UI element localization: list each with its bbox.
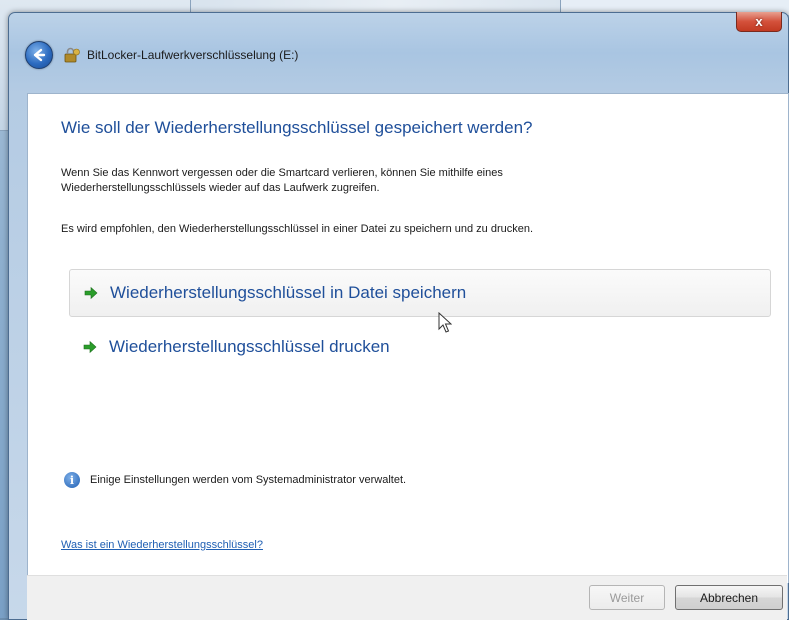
info-text: Einige Einstellungen werden vom Systemad… xyxy=(90,474,407,486)
bitlocker-icon xyxy=(63,46,81,64)
save-to-file-option[interactable]: Wiederherstellungsschlüssel in Datei spe… xyxy=(69,269,771,317)
close-button[interactable]: x xyxy=(736,12,782,32)
window-title: BitLocker-Laufwerkverschlüsselung (E:) xyxy=(87,48,299,62)
info-icon: i xyxy=(64,472,80,488)
print-label: Wiederherstellungsschlüssel drucken xyxy=(109,337,390,356)
cancel-button[interactable]: Abbrechen xyxy=(675,585,783,610)
bitlocker-dialog: x BitLocker-Laufwerkverschlüsselung (E:)… xyxy=(8,12,789,620)
help-link[interactable]: Was ist ein Wiederherstellungsschlüssel? xyxy=(61,539,263,551)
recommendation-text: Es wird empfohlen, den Wiederherstellung… xyxy=(61,223,534,235)
content-panel: Wie soll der Wiederherstellungsschlüssel… xyxy=(27,93,789,583)
print-option[interactable]: Wiederherstellungsschlüssel drucken xyxy=(69,323,771,371)
green-arrow-icon xyxy=(81,338,99,356)
back-button[interactable] xyxy=(25,41,53,69)
mouse-cursor-icon xyxy=(438,312,452,333)
green-arrow-icon xyxy=(82,284,100,302)
next-button[interactable]: Weiter xyxy=(589,585,665,610)
back-arrow-icon xyxy=(33,48,46,62)
button-bar: Weiter Abbrechen xyxy=(27,575,787,620)
save-to-file-label: Wiederherstellungsschlüssel in Datei spe… xyxy=(110,283,467,302)
title-bar: BitLocker-Laufwerkverschlüsselung (E:) xyxy=(9,35,788,75)
intro-line-2: Wiederherstellungsschlüssels wieder auf … xyxy=(61,182,380,194)
admin-info: i Einige Einstellungen werden vom System… xyxy=(64,472,406,488)
intro-text: Wenn Sie das Kennwort vergessen oder die… xyxy=(61,166,701,196)
page-title: Wie soll der Wiederherstellungsschlüssel… xyxy=(61,118,533,137)
intro-line-1: Wenn Sie das Kennwort vergessen oder die… xyxy=(61,167,503,179)
